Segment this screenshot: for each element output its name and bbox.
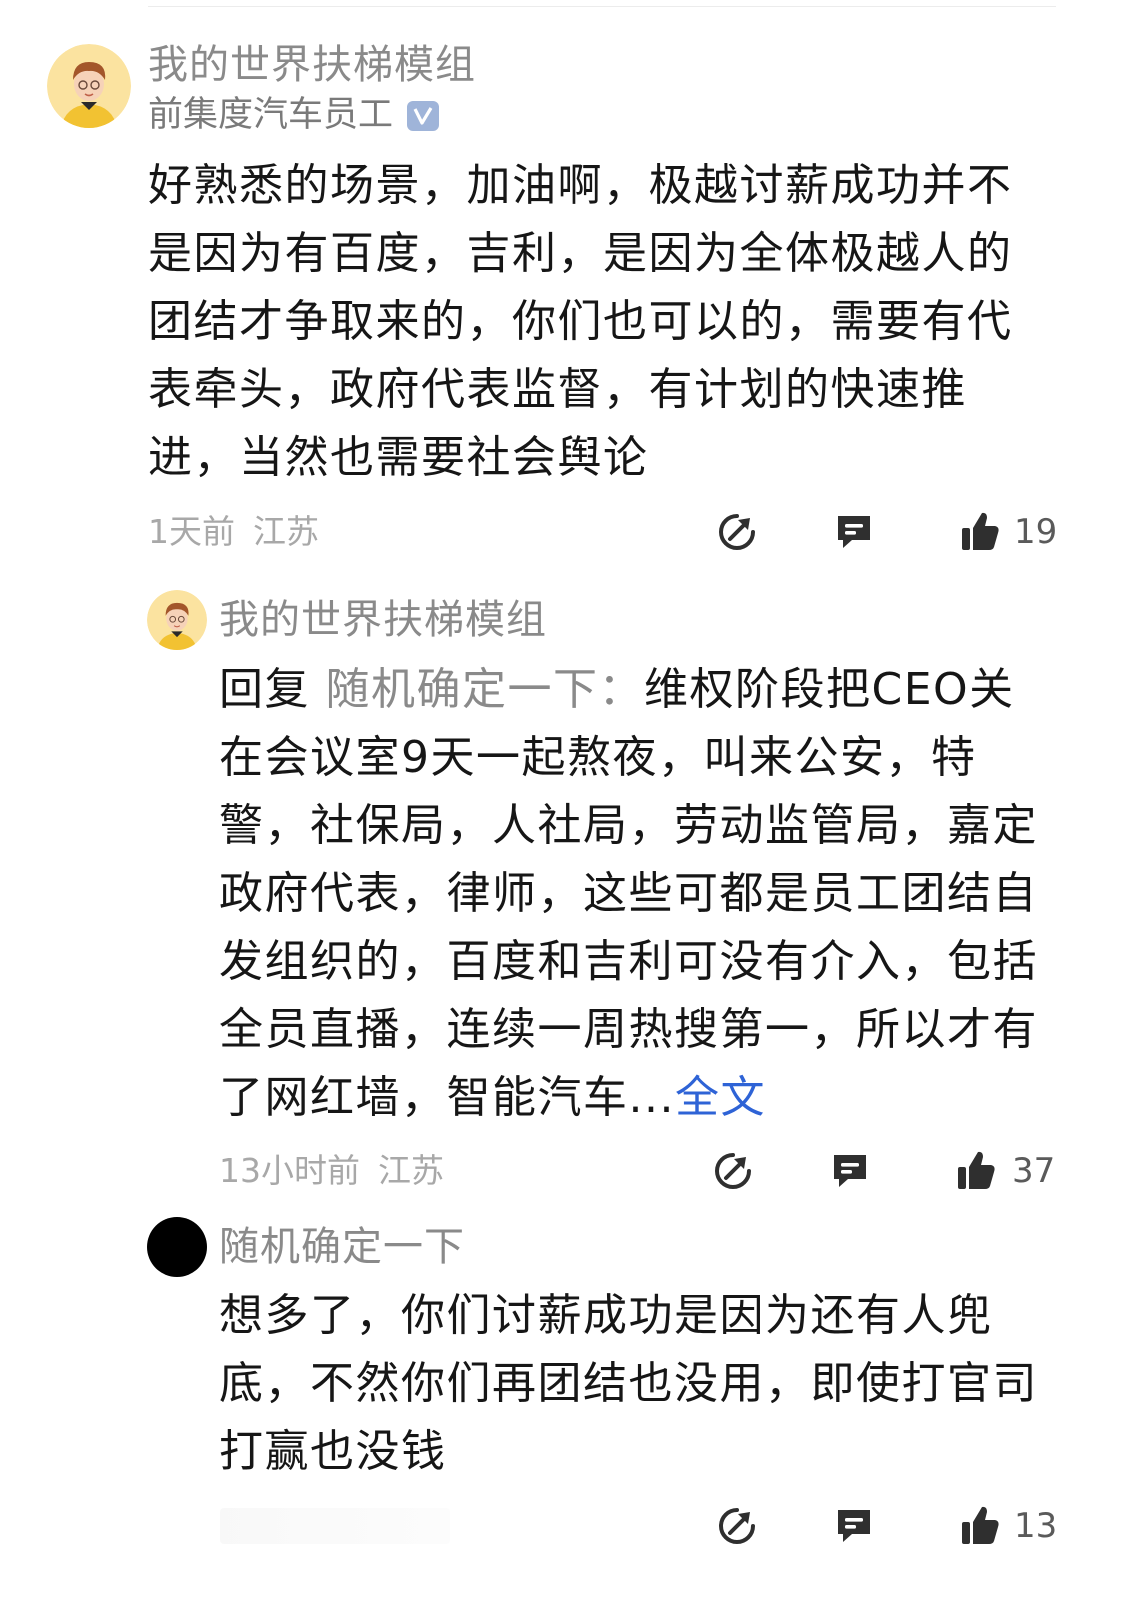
reply-text: 维权阶段把CEO关在会议室9天一起熬夜，叫来公安，特警，社保局，人社局，劳动监管… <box>219 664 1038 1123</box>
comment-body: 好熟悉的场景，加油啊，极越讨薪成功并不是因为有百度，吉利，是因为全体极越人的团结… <box>148 160 1013 483</box>
reply-target-user[interactable]: 随机确定一下 <box>326 664 599 715</box>
verified-v-icon <box>407 100 440 131</box>
comment-location: 江苏 <box>253 512 319 551</box>
comment-body: 想多了，你们讨薪成功是因为还有人兜底，不然你们再团结也没用，即使打官司打赢也没钱 <box>219 1290 1038 1477</box>
comment-meta: 1天前 江苏 <box>148 515 319 548</box>
share-icon[interactable] <box>717 1506 757 1546</box>
like-count: 19 <box>1014 512 1058 552</box>
user-title-text: 前集度汽车员工 <box>148 95 394 135</box>
share-icon[interactable] <box>717 512 757 552</box>
share-icon[interactable] <box>713 1151 753 1191</box>
avatar[interactable] <box>47 44 131 128</box>
full-text-link[interactable]: 全文 <box>675 1072 766 1123</box>
reply-prefix: 回复 <box>219 664 326 715</box>
thumbs-up-icon[interactable] <box>956 1149 996 1189</box>
comment-bubble-icon[interactable] <box>834 512 874 552</box>
comment-time: 13小时前 <box>219 1151 360 1190</box>
comment-username[interactable]: 我的世界扶梯模组 <box>219 600 547 640</box>
comment-bubble-icon[interactable] <box>834 1506 874 1546</box>
like-count: 13 <box>1014 1506 1058 1546</box>
like-count: 37 <box>1012 1151 1056 1191</box>
faded-meta-placeholder <box>220 1508 450 1544</box>
thumbs-up-icon[interactable] <box>960 1504 1000 1544</box>
avatar[interactable] <box>147 590 207 650</box>
comment-meta: 13小时前 江苏 <box>219 1154 444 1187</box>
cartoon-avatar-icon <box>47 44 131 128</box>
reply-colon: ： <box>598 664 644 715</box>
cartoon-avatar-icon <box>147 590 207 650</box>
reply-body: 回复 随机确定一下：维权阶段把CEO关在会议室9天一起熬夜，叫来公安，特警，社保… <box>219 656 1059 1132</box>
avatar[interactable] <box>147 1217 207 1277</box>
thumbs-up-icon[interactable] <box>960 510 1000 550</box>
comment-time: 1天前 <box>148 512 235 551</box>
comment-username[interactable]: 我的世界扶梯模组 <box>148 45 476 85</box>
comment-username[interactable]: 随机确定一下 <box>219 1227 465 1267</box>
comment-bubble-icon[interactable] <box>830 1151 870 1191</box>
user-subtitle: 前集度汽车员工 <box>148 95 440 135</box>
comment-location: 江苏 <box>378 1151 444 1190</box>
top-divider <box>148 6 1056 7</box>
